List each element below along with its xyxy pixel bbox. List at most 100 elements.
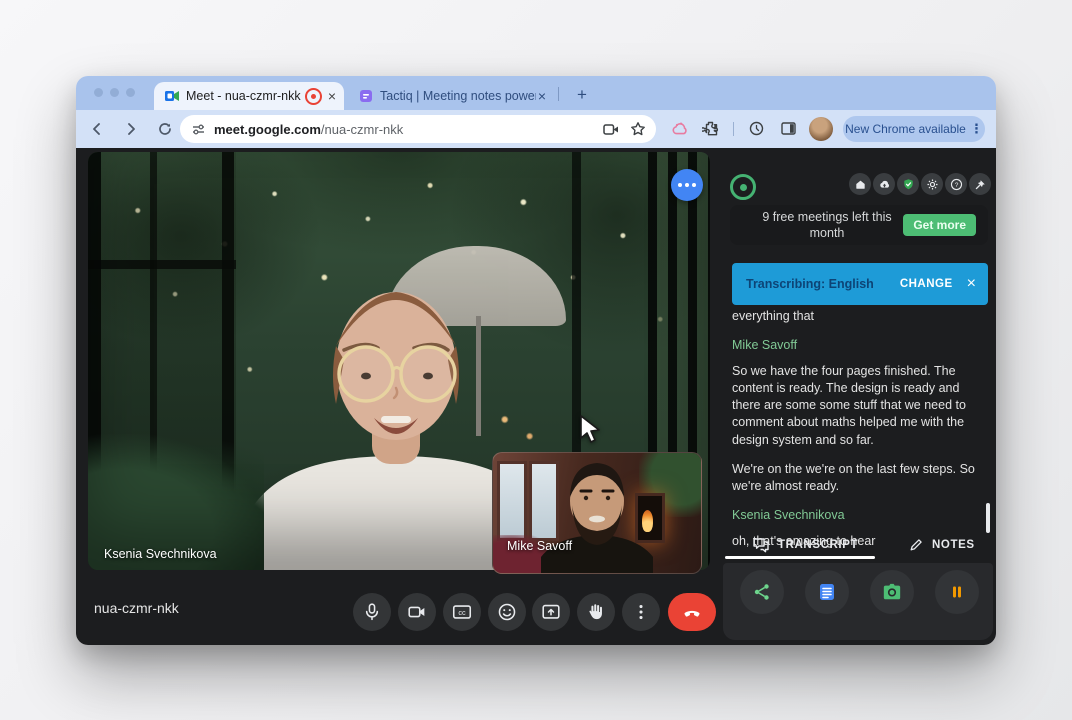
tab-separator xyxy=(558,87,559,101)
tactiq-favicon-icon xyxy=(359,89,373,103)
back-icon xyxy=(89,121,105,137)
participant-name-label: Mike Savoff xyxy=(507,539,572,553)
end-call-button[interactable] xyxy=(668,593,716,631)
back-button[interactable] xyxy=(84,116,110,142)
google-docs-icon xyxy=(817,582,837,602)
raise-hand-icon xyxy=(585,601,607,623)
tab-meet[interactable]: Meet - nua-czmr-nkk × xyxy=(154,82,344,110)
tactiq-extension-icon xyxy=(670,120,689,137)
browser-toolbar: meet.google.com/nua-czmr-nkk New xyxy=(76,110,996,148)
captions-button[interactable]: cc xyxy=(443,593,481,631)
browser-menu-icon[interactable]: ⋮ xyxy=(970,121,983,137)
tactiq-extension-button[interactable] xyxy=(670,120,689,137)
recording-indicator-icon xyxy=(305,88,322,105)
participant-mike xyxy=(493,453,701,573)
side-panel-icon xyxy=(780,120,797,137)
tab-notes[interactable]: NOTES xyxy=(909,537,975,552)
transcript-scrollbar[interactable] xyxy=(986,503,990,533)
cloud-backup-icon xyxy=(878,178,891,191)
new-tab-button[interactable]: + xyxy=(570,83,594,107)
tab-notes-label: NOTES xyxy=(932,539,975,551)
screenshot-button[interactable] xyxy=(870,570,914,614)
tab-title: Meet - nua-czmr-nkk xyxy=(186,89,301,103)
pause-button[interactable] xyxy=(935,570,979,614)
chrome-update-button[interactable]: New Chrome available ⋮ xyxy=(843,116,985,142)
toolbar-divider xyxy=(733,122,734,136)
speaker-name: Mike Savoff xyxy=(732,337,984,354)
url-host: meet.google.com xyxy=(214,122,321,137)
tab-tactiq[interactable]: Tactiq | Meeting notes power × xyxy=(348,82,554,110)
participant-name-label: Ksenia Svechnikova xyxy=(104,547,217,561)
raise-hand-button[interactable] xyxy=(577,593,615,631)
shield-check-icon xyxy=(902,178,915,191)
tactiq-help-button[interactable]: ? xyxy=(945,173,967,195)
tab-transcript[interactable]: TRANSCRIPT xyxy=(752,537,858,553)
chrome-update-label: New Chrome available xyxy=(845,122,966,136)
meet-favicon-icon xyxy=(165,89,179,103)
tab-strip: Meet - nua-czmr-nkk × Tactiq | Meeting n… xyxy=(76,76,996,110)
desktop: Meet - nua-czmr-nkk × Tactiq | Meeting n… xyxy=(0,0,1072,720)
microphone-button[interactable] xyxy=(353,593,391,631)
tactiq-action-bar xyxy=(723,563,993,640)
tactiq-chat-bubble[interactable] xyxy=(671,169,703,201)
export-docs-button[interactable] xyxy=(805,570,849,614)
transcript-line: We're on the we're on the last few steps… xyxy=(732,461,984,496)
quota-card: 9 free meetings left this month Get more xyxy=(730,205,988,245)
svg-text:?: ? xyxy=(954,181,958,188)
profile-avatar[interactable] xyxy=(809,117,833,141)
extensions-button[interactable] xyxy=(702,120,719,137)
tab-transcript-label: TRANSCRIPT xyxy=(778,539,858,551)
speaker-name: Ksenia Svechnikova xyxy=(732,507,984,524)
svg-text:cc: cc xyxy=(458,608,466,617)
reactions-button[interactable] xyxy=(488,593,526,631)
get-more-button[interactable]: Get more xyxy=(903,214,976,236)
mouse-cursor xyxy=(578,414,604,444)
site-settings-icon[interactable] xyxy=(191,122,206,137)
end-call-icon xyxy=(681,601,703,623)
close-banner-button[interactable]: × xyxy=(967,275,976,293)
active-tab-underline xyxy=(725,556,875,559)
camera-access-icon[interactable] xyxy=(603,122,620,137)
transcript-line: everything that xyxy=(732,308,984,325)
more-options-button[interactable] xyxy=(622,593,660,631)
tactiq-settings-button[interactable] xyxy=(921,173,943,195)
pip-video-tile[interactable]: Mike Savoff xyxy=(492,452,702,574)
window-controls[interactable] xyxy=(94,88,135,97)
transcribing-banner: Transcribing: English CHANGE × xyxy=(732,263,988,305)
tactiq-pin-button[interactable] xyxy=(969,173,991,195)
transcript-chat-icon xyxy=(752,537,770,553)
help-icon: ? xyxy=(950,178,963,191)
tactiq-backup-button[interactable] xyxy=(873,173,895,195)
reload-icon xyxy=(157,121,173,137)
tactiq-protection-button[interactable] xyxy=(897,173,919,195)
more-vertical-icon xyxy=(630,601,652,623)
extensions-puzzle-icon xyxy=(702,120,719,137)
forward-button[interactable] xyxy=(118,116,144,142)
present-screen-button[interactable] xyxy=(532,593,570,631)
transcript-line: So we have the four pages finished. The … xyxy=(732,363,984,449)
transcript-feed[interactable]: everything that Mike Savoff So we have t… xyxy=(732,308,984,562)
change-language-button[interactable]: CHANGE xyxy=(900,278,953,290)
side-panel-button[interactable] xyxy=(780,120,797,137)
share-button[interactable] xyxy=(740,570,784,614)
tab-close-button[interactable]: × xyxy=(328,88,336,104)
close-window-icon[interactable] xyxy=(94,88,103,97)
quota-message: 9 free meetings left this month xyxy=(744,209,910,242)
tab-close-button[interactable]: × xyxy=(538,88,546,104)
meeting-code: nua-czmr-nkk xyxy=(94,600,179,616)
bookmark-star-icon[interactable] xyxy=(630,121,646,137)
browser-window: Meet - nua-czmr-nkk × Tactiq | Meeting n… xyxy=(76,76,996,645)
camera-button[interactable] xyxy=(398,593,436,631)
url-path: /nua-czmr-nkk xyxy=(321,122,403,137)
meet-page: Ksenia Svechnikova xyxy=(76,148,996,645)
lens-button[interactable] xyxy=(748,120,765,137)
transcribing-label: Transcribing: English xyxy=(746,277,900,291)
home-icon xyxy=(854,178,867,191)
screenshot-camera-icon xyxy=(881,582,903,602)
zoom-window-icon[interactable] xyxy=(126,88,135,97)
minimize-window-icon[interactable] xyxy=(110,88,119,97)
microphone-icon xyxy=(361,601,383,623)
url-bar[interactable]: meet.google.com/nua-czmr-nkk xyxy=(180,115,656,143)
reload-button[interactable] xyxy=(152,116,178,142)
tactiq-home-button[interactable] xyxy=(849,173,871,195)
